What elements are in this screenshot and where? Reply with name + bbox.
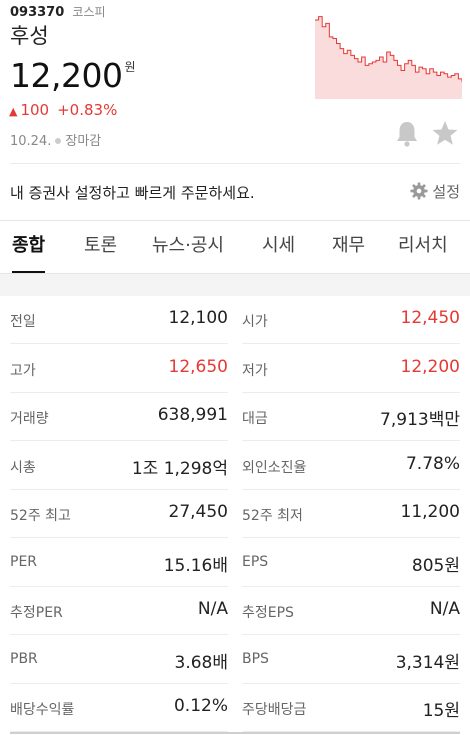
change-row: ▲ 100 +0.83% [9, 101, 117, 119]
section-tabs: 종합 토론 뉴스·공시 시세 재무 리서치 [0, 220, 470, 274]
info-label: 주당배당금 [242, 702, 307, 718]
info-label: 거래량 [10, 411, 49, 427]
info-cell: 외인소진율 7.78% [242, 442, 460, 490]
info-label: 추정PER [10, 605, 63, 621]
info-value: 7,913백만 [380, 410, 460, 430]
tab-summary[interactable]: 종합 [12, 221, 46, 273]
tab-quotes[interactable]: 시세 [262, 221, 295, 273]
info-row: PER 15.16배 EPS 805원 [0, 539, 470, 588]
info-label: 배당수익률 [10, 702, 75, 718]
info-row: 시총 1조 1,298억 외인소진율 7.78% [0, 442, 470, 491]
info-cell: 고가 12,650 [10, 345, 228, 393]
star-icon[interactable] [431, 119, 459, 147]
info-label: BPS [242, 650, 269, 667]
info-value: 805원 [411, 555, 460, 576]
info-label: 시총 [10, 459, 36, 476]
market-name: 코스피 [72, 5, 106, 19]
stock-code: 093370 [10, 5, 65, 20]
info-cell: EPS 805원 [242, 539, 460, 587]
info-row: 전일 12,100 시가 12,450 [0, 296, 470, 345]
info-value: N/A [429, 599, 460, 619]
current-price: 12,200 [10, 56, 123, 95]
info-cell: 저가 12,200 [242, 345, 460, 393]
info-cell: PBR 3.68배 [10, 636, 228, 684]
info-value: 12,100 [168, 308, 228, 328]
info-row: 배당수익률 0.12% 주당배당금 15원 [0, 684, 470, 733]
tab-research[interactable]: 리서치 [398, 221, 448, 273]
sparkline-fill [315, 16, 462, 99]
broker-banner[interactable]: 내 증권사 설정하고 빠르게 주문하세요. 설정 [0, 164, 470, 220]
price-sparkline [315, 16, 462, 99]
broker-banner-text: 내 증권사 설정하고 빠르게 주문하세요. [10, 184, 255, 202]
info-value: 0.12% [173, 696, 228, 716]
gear-icon [410, 181, 428, 200]
info-value: 638,991 [157, 405, 228, 425]
info-label: 52주 최고 [10, 508, 71, 524]
settings-button[interactable]: 설정 [410, 181, 460, 202]
info-row: PBR 3.68배 BPS 3,314원 [0, 636, 470, 685]
change-percent: +0.83% [57, 101, 118, 119]
tab-discussion[interactable]: 토론 [84, 221, 117, 273]
info-row: 고가 12,650 저가 12,200 [0, 345, 470, 394]
trade-date: 10.24. [10, 134, 52, 149]
info-cell: 배당수익률 0.12% [10, 684, 228, 732]
info-value: 12,650 [168, 356, 228, 377]
info-cell: 시총 1조 1,298억 [10, 442, 228, 490]
info-value: 27,450 [168, 502, 228, 522]
section-gap [0, 274, 470, 296]
info-cell: 거래량 638,991 [10, 393, 228, 441]
info-row: 52주 최고 27,450 52주 최저 11,200 [0, 490, 470, 539]
info-label: 외인소진율 [242, 459, 307, 476]
tab-news[interactable]: 뉴스·공시 [152, 221, 224, 273]
date-row: 10.24. 장마감 [10, 130, 101, 149]
info-value: 12,200 [400, 356, 460, 377]
info-value: 7.78% [405, 453, 460, 474]
status-dot-icon [55, 137, 62, 144]
info-label: 52주 최저 [242, 508, 303, 524]
info-cell: 추정EPS N/A [242, 587, 460, 635]
settings-label: 설정 [432, 183, 460, 201]
info-cell: 주당배당금 15원 [242, 684, 460, 732]
stock-name: 후성 [10, 24, 49, 48]
info-label: 추정EPS [242, 605, 294, 621]
info-cell: BPS 3,314원 [242, 636, 460, 684]
info-cell: 추정PER N/A [10, 587, 228, 635]
info-row: 거래량 638,991 대금 7,913백만 [0, 393, 470, 442]
info-row: 추정PER N/A 추정EPS N/A [0, 587, 470, 636]
info-cell: 시가 12,450 [242, 296, 460, 344]
info-label: EPS [242, 553, 269, 570]
info-cell: 52주 최저 11,200 [242, 490, 460, 538]
info-label: 시가 [242, 314, 268, 330]
info-value: N/A [197, 599, 228, 619]
info-value: 1조 1,298억 [131, 458, 228, 479]
info-label: 전일 [10, 314, 36, 330]
market-status: 장마감 [65, 134, 102, 149]
stock-header: 093370 코스피 후성 12,200 원 ▲ 100 +0.83% 10.24. 장… [0, 0, 470, 160]
info-value: 12,450 [400, 308, 460, 328]
info-cell: 대금 7,913백만 [242, 393, 460, 441]
info-label: 저가 [242, 362, 268, 379]
up-arrow-icon: ▲ [9, 105, 18, 118]
info-cell: PER 15.16배 [10, 539, 228, 587]
info-label: PBR [10, 650, 38, 667]
info-value: 15원 [422, 701, 460, 721]
info-value: 3.68배 [174, 652, 229, 673]
tab-financials[interactable]: 재무 [332, 221, 365, 273]
info-cell: 전일 12,100 [10, 296, 228, 344]
info-value: 3,314원 [395, 652, 460, 673]
info-label: 고가 [10, 362, 36, 379]
info-value: 15.16배 [163, 555, 228, 576]
price-unit: 원 [124, 60, 136, 74]
change-amount: 100 [20, 101, 50, 119]
info-value: 11,200 [400, 502, 460, 522]
bell-icon[interactable] [395, 120, 419, 148]
info-label: PER [10, 553, 38, 570]
bottom-divider [10, 732, 460, 734]
stock-code-line: 093370 코스피 [10, 3, 106, 20]
info-label: 대금 [242, 411, 268, 427]
info-cell: 52주 최고 27,450 [10, 490, 228, 538]
price-row: 12,200 원 [10, 56, 136, 95]
